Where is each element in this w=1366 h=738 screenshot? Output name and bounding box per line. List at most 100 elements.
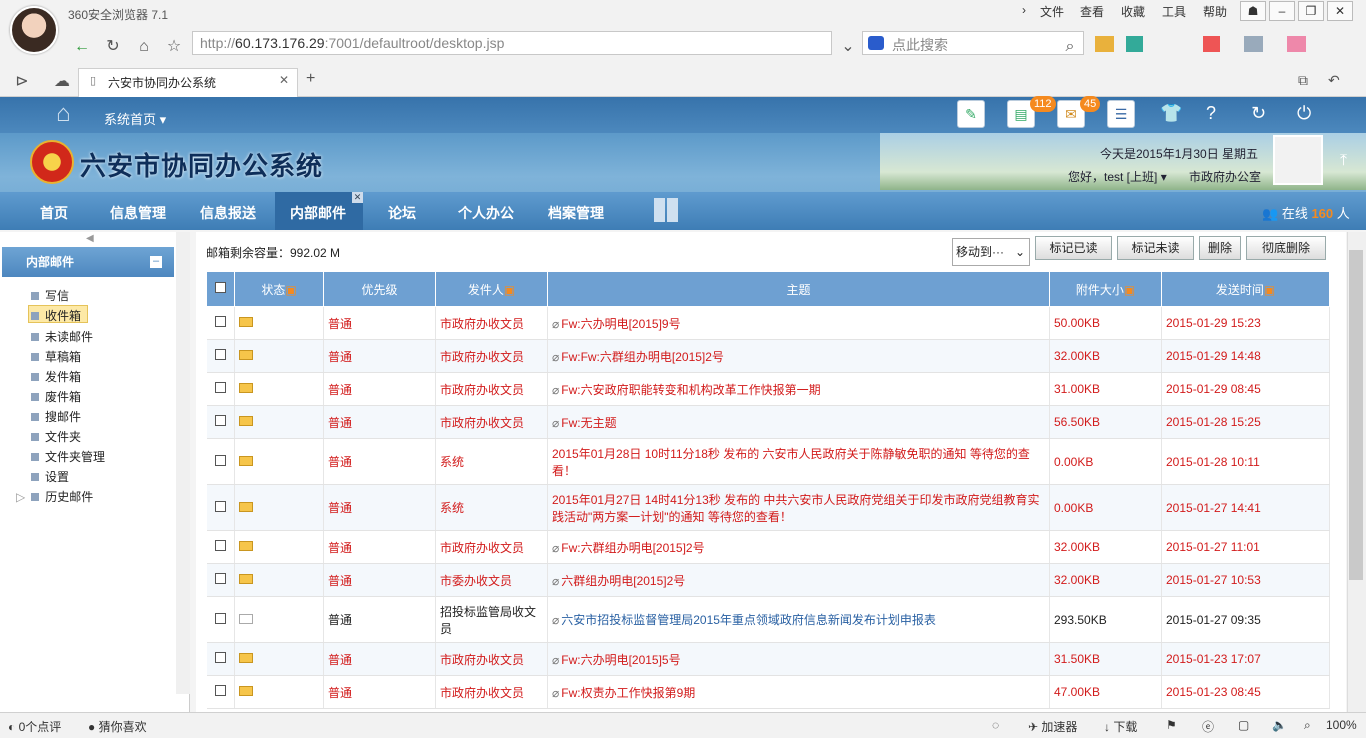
subject-link[interactable]: Fw:权责办工作快报第9期	[561, 686, 695, 700]
table-row[interactable]: 普通 市政府办收文员 ⌀ Fw:Fw:六群组办明电[2015]2号 32.00KB 201…	[206, 339, 1330, 373]
sidebar-scrollbar[interactable]	[176, 232, 190, 694]
subject-cell[interactable]: 2015年01月27日 14时41分13秒 发布的 中共六安市人民政府党组关于印…	[547, 484, 1050, 531]
row-checkbox-cell[interactable]	[206, 642, 235, 676]
sidebar-item-unread[interactable]: 未读邮件	[31, 328, 93, 345]
subject-cell[interactable]: ⌀ Fw:Fw:六群组办明电[2015]2号	[547, 339, 1050, 373]
star-icon[interactable]: ☆	[162, 35, 186, 59]
maximize-button[interactable]: ❐	[1298, 1, 1324, 21]
zoom-icon[interactable]: ⌕	[1304, 718, 1311, 733]
tab-close-icon[interactable]: ✕	[279, 73, 289, 87]
row-checkbox-cell[interactable]	[206, 596, 235, 643]
new-tab-icon[interactable]: +	[306, 70, 315, 88]
table-row[interactable]: 普通 系统 2015年01月27日 14时41分13秒 发布的 中共六安市人民政府党…	[206, 484, 1330, 531]
table-row[interactable]: 普通 市政府办收文员 ⌀ Fw:六办明电[2015]9号 50.00KB 2015-01-…	[206, 306, 1330, 340]
subject-cell[interactable]: ⌀ Fw:六办明电[2015]5号	[547, 642, 1050, 676]
subject-link[interactable]: Fw:六群组办明电[2015]2号	[561, 541, 704, 555]
sidebar-item-folder-manage[interactable]: 文件夹管理	[31, 448, 105, 465]
permanent-delete-button[interactable]: 彻底删除	[1246, 236, 1326, 260]
user-avatar[interactable]	[10, 6, 58, 54]
row-checkbox-cell[interactable]	[206, 372, 235, 406]
nav-info-report[interactable]: 信息报送	[200, 203, 256, 223]
row-checkbox[interactable]	[214, 685, 226, 696]
back-icon[interactable]: ←	[70, 35, 94, 59]
shirt-icon[interactable]: 👕	[1160, 103, 1182, 124]
subject-link[interactable]: Fw:六办明电[2015]9号	[561, 317, 680, 331]
comment-count[interactable]: ◐ 0个点评	[8, 718, 61, 735]
refresh-icon[interactable]: ↻	[1251, 103, 1266, 124]
table-row[interactable]: 普通 市政府办收文员 ⌀ Fw:权责办工作快报第9期 47.00KB 2015-01-23…	[206, 675, 1330, 709]
subject-link[interactable]: Fw:Fw:六群组办明电[2015]2号	[561, 350, 724, 364]
sort-icon[interactable]: ▣	[1124, 283, 1135, 297]
row-checkbox[interactable]	[214, 612, 226, 624]
user-status[interactable]: 您好，test [上班] ▾	[1068, 168, 1167, 185]
sidebar-item-inbox[interactable]: 收件箱	[31, 307, 81, 324]
select-all-checkbox[interactable]	[215, 282, 226, 293]
undo-icon[interactable]: ↶	[1328, 72, 1340, 89]
subject-cell[interactable]: ⌀ Fw:六办明电[2015]9号	[547, 306, 1050, 340]
volume-icon[interactable]: 🔈	[1272, 718, 1287, 732]
subject-link[interactable]: 2015年01月27日 14时41分13秒 发布的 中共六安市人民政府党组关于印…	[552, 493, 1039, 524]
sort-icon[interactable]: ▣	[1264, 283, 1275, 297]
table-row[interactable]: 普通 市政府办收文员 ⌀ Fw:六办明电[2015]5号 31.50KB 2015-01-…	[206, 642, 1330, 676]
subject-link[interactable]: 六安市招投标监督管理局2015年重点领域政府信息新闻发布计划申报表	[561, 613, 936, 627]
menu-file[interactable]: 文件	[1040, 3, 1064, 20]
nav-personal[interactable]: 个人办公	[458, 203, 514, 223]
table-row[interactable]: 普通 系统 2015年01月28日 10时11分18秒 发布的 六安市人民政府关于陈…	[206, 438, 1330, 485]
row-checkbox[interactable]	[214, 349, 226, 360]
subject-cell[interactable]: ⌀ Fw:六安政府职能转变和机构改革工作快报第一期	[547, 372, 1050, 406]
row-checkbox[interactable]	[214, 500, 226, 512]
row-checkbox[interactable]	[214, 540, 226, 551]
sidebar-item-trash[interactable]: 废件箱	[31, 388, 81, 405]
row-checkbox-cell[interactable]	[206, 339, 235, 373]
close-icon[interactable]: ✕	[352, 192, 363, 203]
subject-link[interactable]: 六群组办明电[2015]2号	[561, 574, 685, 588]
cloud-icon[interactable]: ☁	[50, 70, 74, 94]
subject-cell[interactable]: 2015年01月28日 10时11分18秒 发布的 六安市人民政府关于陈静敏免职…	[547, 438, 1050, 485]
sidebar-item-settings[interactable]: 设置	[31, 468, 69, 485]
accelerator[interactable]: ✈ 加速器	[1028, 718, 1077, 735]
menu-tools[interactable]: 工具	[1162, 3, 1186, 20]
subject-cell[interactable]: ⌀ Fw:权责办工作快报第9期	[547, 675, 1050, 709]
download[interactable]: ↓ 下载	[1104, 718, 1137, 735]
table-row[interactable]: 普通 市政府办收文员 ⌀ Fw:无主题 56.50KB 2015-01-28 15:25	[206, 405, 1330, 439]
sidebar-item-history[interactable]: ▷ 历史邮件	[16, 488, 93, 505]
sort-icon[interactable]: ▣	[504, 283, 515, 297]
close-button[interactable]: ✕	[1327, 1, 1353, 21]
sidebar-item-drafts[interactable]: 草稿箱	[31, 348, 81, 365]
restore-tabs-icon[interactable]: ⧉	[1298, 72, 1308, 89]
sidebar-toggle-icon[interactable]: ⊳	[10, 70, 34, 94]
ie-icon[interactable]: ⓔ	[1202, 718, 1214, 735]
address-url[interactable]: http://60.173.176.29:7001/defaultroot/de…	[200, 35, 504, 51]
mark-unread-button[interactable]: 标记未读	[1117, 236, 1194, 260]
table-row[interactable]: 普通 市委办收文员 ⌀ 六群组办明电[2015]2号 32.00KB 2015-01-27…	[206, 563, 1330, 597]
chevron-down-icon[interactable]: ⌄	[836, 35, 860, 59]
header-size[interactable]: 附件大小▣	[1049, 271, 1162, 307]
sort-icon[interactable]: ▣	[285, 283, 296, 297]
chevron-right-icon[interactable]: ›	[1022, 3, 1026, 17]
nav-archive[interactable]: 档案管理	[548, 203, 604, 223]
extension-toolbar-icons[interactable]	[1095, 36, 1335, 52]
sidebar-item-search[interactable]: 搜邮件	[31, 408, 81, 425]
row-checkbox-cell[interactable]	[206, 484, 235, 531]
shirt-icon[interactable]: ☗	[1240, 1, 1266, 21]
collapse-icon[interactable]: –	[150, 256, 162, 268]
refresh-icon[interactable]: ↻	[101, 35, 125, 59]
subject-cell[interactable]: ⌀ Fw:六群组办明电[2015]2号	[547, 530, 1050, 564]
row-checkbox-cell[interactable]	[206, 405, 235, 439]
header-status[interactable]: 状态▣	[234, 271, 324, 307]
expand-icon[interactable]: ▷	[16, 490, 25, 504]
subject-link[interactable]: Fw:无主题	[561, 416, 616, 430]
help-icon[interactable]: ?	[1206, 103, 1216, 124]
guess-you-like[interactable]: ● 猜你喜欢	[88, 718, 147, 735]
mark-read-button[interactable]: 标记已读	[1035, 236, 1112, 260]
collapse-up-icon[interactable]: ⤒	[1340, 152, 1347, 170]
system-home-menu[interactable]: 系统首页 ▾	[104, 109, 166, 128]
grid-apps-icon[interactable]	[654, 198, 678, 222]
sidebar-item-folders[interactable]: 文件夹	[31, 428, 81, 445]
row-checkbox[interactable]	[214, 316, 226, 327]
row-checkbox[interactable]	[214, 652, 226, 663]
power-icon[interactable]: ⏻	[1297, 103, 1311, 124]
menu-help[interactable]: 帮助	[1203, 3, 1227, 20]
row-checkbox[interactable]	[214, 454, 226, 466]
list-icon[interactable]: ☰	[1107, 100, 1135, 128]
